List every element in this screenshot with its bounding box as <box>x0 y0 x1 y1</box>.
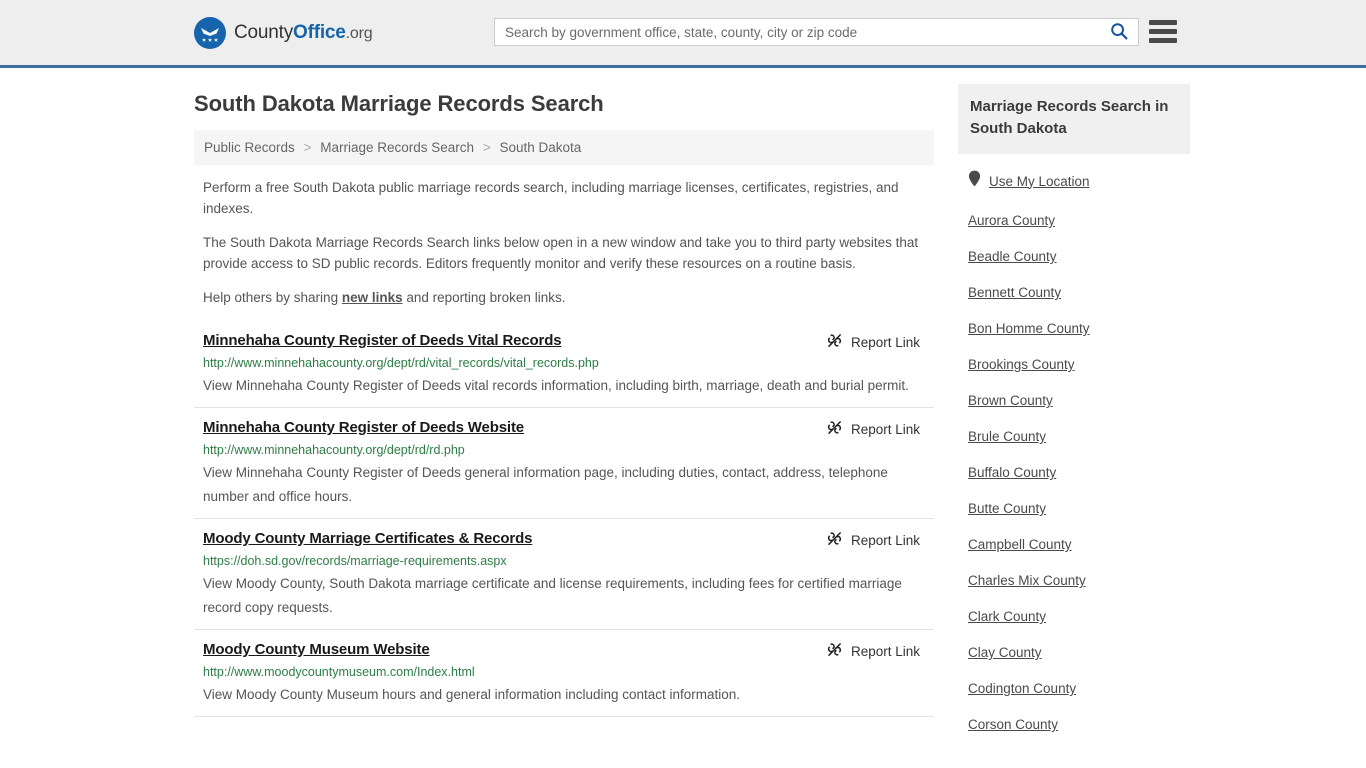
map-pin-icon <box>968 170 981 192</box>
result-title-link[interactable]: Minnehaha County Register of Deeds Vital… <box>203 330 562 352</box>
hamburger-bar <box>1149 38 1177 43</box>
broken-link-icon <box>826 332 843 352</box>
result-url: http://www.minnehahacounty.org/dept/rd/r… <box>203 443 465 457</box>
result-title-link[interactable]: Moody County Marriage Certificates & Rec… <box>203 528 532 550</box>
use-my-location-link[interactable]: Use My Location <box>989 174 1090 189</box>
sidebar-item-county[interactable]: Bon Homme County <box>958 321 1190 336</box>
county-link[interactable]: Clay County <box>968 645 1042 660</box>
sidebar-item-county[interactable]: Brookings County <box>958 357 1190 372</box>
county-link[interactable]: Brown County <box>968 393 1053 408</box>
report-link-label: Report Link <box>850 334 920 350</box>
search-button[interactable] <box>1100 19 1138 45</box>
page-title: South Dakota Marriage Records Search <box>194 91 604 116</box>
sidebar-item-county[interactable]: Codington County <box>958 681 1190 696</box>
broken-link-icon <box>826 419 843 439</box>
breadcrumb-separator: > <box>303 140 312 155</box>
intro-text-before: Help others by sharing <box>203 290 342 305</box>
report-link-button[interactable]: Report Link <box>826 641 920 661</box>
sidebar-county-list: Use My Location Aurora County Beadle Cou… <box>958 170 1190 732</box>
sidebar-item-county[interactable]: Clay County <box>958 645 1190 660</box>
result-item: Minnehaha County Register of Deeds Websi… <box>194 408 934 519</box>
report-link-button[interactable]: Report Link <box>826 530 920 550</box>
sidebar-item-county[interactable]: Clark County <box>958 609 1190 624</box>
result-url: http://www.moodycountymuseum.com/Index.h… <box>203 665 475 679</box>
result-header: Minnehaha County Register of Deeds Vital… <box>203 330 934 352</box>
sidebar-item-county[interactable]: Brule County <box>958 429 1190 444</box>
county-link[interactable]: Bennett County <box>968 285 1061 300</box>
sidebar-item-county[interactable]: Buffalo County <box>958 465 1190 480</box>
report-link-label: Report Link <box>850 421 920 437</box>
sidebar-item-county[interactable]: Campbell County <box>958 537 1190 552</box>
page-body: South Dakota Marriage Records Search Pub… <box>0 68 1366 753</box>
result-description: View Moody County, South Dakota marriage… <box>203 576 902 615</box>
breadcrumb-separator: > <box>482 140 491 155</box>
sidebar-item-county[interactable]: Corson County <box>958 717 1190 732</box>
result-description: View Minnehaha County Register of Deeds … <box>203 465 888 504</box>
result-header: Moody County Marriage Certificates & Rec… <box>203 528 934 550</box>
result-header: Moody County Museum Website Report Link <box>203 639 934 661</box>
logo-text-org: .org <box>345 24 373 42</box>
intro-text-after: and reporting broken links. <box>402 290 566 305</box>
sidebar-heading: Marriage Records Search in South Dakota <box>958 84 1190 154</box>
report-link-label: Report Link <box>850 532 920 548</box>
county-link[interactable]: Buffalo County <box>968 465 1056 480</box>
county-link[interactable]: Charles Mix County <box>968 573 1086 588</box>
result-item: Moody County Museum Website Report Link <box>194 630 934 717</box>
report-link-button[interactable]: Report Link <box>826 419 920 439</box>
broken-link-icon <box>826 530 843 550</box>
sidebar-item-county[interactable]: Aurora County <box>958 213 1190 228</box>
county-link[interactable]: Brookings County <box>968 357 1075 372</box>
county-link[interactable]: Corson County <box>968 717 1058 732</box>
site-logo[interactable]: CountyOffice.org <box>194 16 373 49</box>
intro-paragraph-1: Perform a free South Dakota public marri… <box>203 180 899 216</box>
main-content: South Dakota Marriage Records Search Pub… <box>194 84 934 753</box>
sidebar-item-county[interactable]: Beadle County <box>958 249 1190 264</box>
result-title-link[interactable]: Moody County Museum Website <box>203 639 430 661</box>
breadcrumb: Public Records > Marriage Records Search… <box>194 130 934 165</box>
hamburger-menu-icon[interactable] <box>1149 20 1177 43</box>
logo-text-county: County <box>234 21 294 43</box>
sidebar-item-county[interactable]: Bennett County <box>958 285 1190 300</box>
result-header: Minnehaha County Register of Deeds Websi… <box>203 417 934 439</box>
result-url: https://doh.sd.gov/records/marriage-requ… <box>203 554 507 568</box>
county-link[interactable]: Aurora County <box>968 213 1055 228</box>
search-input[interactable] <box>495 24 1100 40</box>
sidebar-item-county[interactable]: Charles Mix County <box>958 573 1190 588</box>
broken-link-icon <box>826 641 843 661</box>
result-description: View Minnehaha County Register of Deeds … <box>203 378 909 393</box>
result-description: View Moody County Museum hours and gener… <box>203 687 741 702</box>
report-link-button[interactable]: Report Link <box>826 332 920 352</box>
new-links-link[interactable]: new links <box>342 290 403 305</box>
breadcrumb-item-south-dakota: South Dakota <box>499 140 582 155</box>
hamburger-bar <box>1149 20 1177 25</box>
search-icon <box>1110 22 1128 43</box>
logo-text-office: Office <box>293 21 346 43</box>
result-title-link[interactable]: Minnehaha County Register of Deeds Websi… <box>203 417 524 439</box>
county-link[interactable]: Bon Homme County <box>968 321 1090 336</box>
search-bar[interactable] <box>494 18 1139 46</box>
result-url: http://www.minnehahacounty.org/dept/rd/v… <box>203 356 599 370</box>
county-link[interactable]: Campbell County <box>968 537 1072 552</box>
county-link[interactable]: Brule County <box>968 429 1046 444</box>
county-link[interactable]: Clark County <box>968 609 1046 624</box>
sidebar-item-county[interactable]: Brown County <box>958 393 1190 408</box>
site-logo-text: CountyOffice.org <box>234 21 373 44</box>
breadcrumb-item-public-records[interactable]: Public Records <box>204 140 295 155</box>
sidebar-item-county[interactable]: Butte County <box>958 501 1190 516</box>
result-item: Minnehaha County Register of Deeds Vital… <box>194 321 934 408</box>
intro-paragraph-2: The South Dakota Marriage Records Search… <box>203 235 919 271</box>
county-link[interactable]: Codington County <box>968 681 1076 696</box>
county-link[interactable]: Beadle County <box>968 249 1057 264</box>
hamburger-bar <box>1149 29 1177 34</box>
eagle-shield-logo-icon <box>194 16 226 49</box>
county-link[interactable]: Butte County <box>968 501 1046 516</box>
sidebar-item-use-my-location[interactable]: Use My Location <box>958 170 1190 192</box>
sidebar: Marriage Records Search in South Dakota … <box>958 84 1190 753</box>
site-header: CountyOffice.org <box>0 0 1366 68</box>
report-link-label: Report Link <box>850 643 920 659</box>
result-item: Moody County Marriage Certificates & Rec… <box>194 519 934 630</box>
breadcrumb-item-marriage-records-search[interactable]: Marriage Records Search <box>320 140 474 155</box>
intro-paragraph-3: Help others by sharing new links and rep… <box>194 287 934 308</box>
